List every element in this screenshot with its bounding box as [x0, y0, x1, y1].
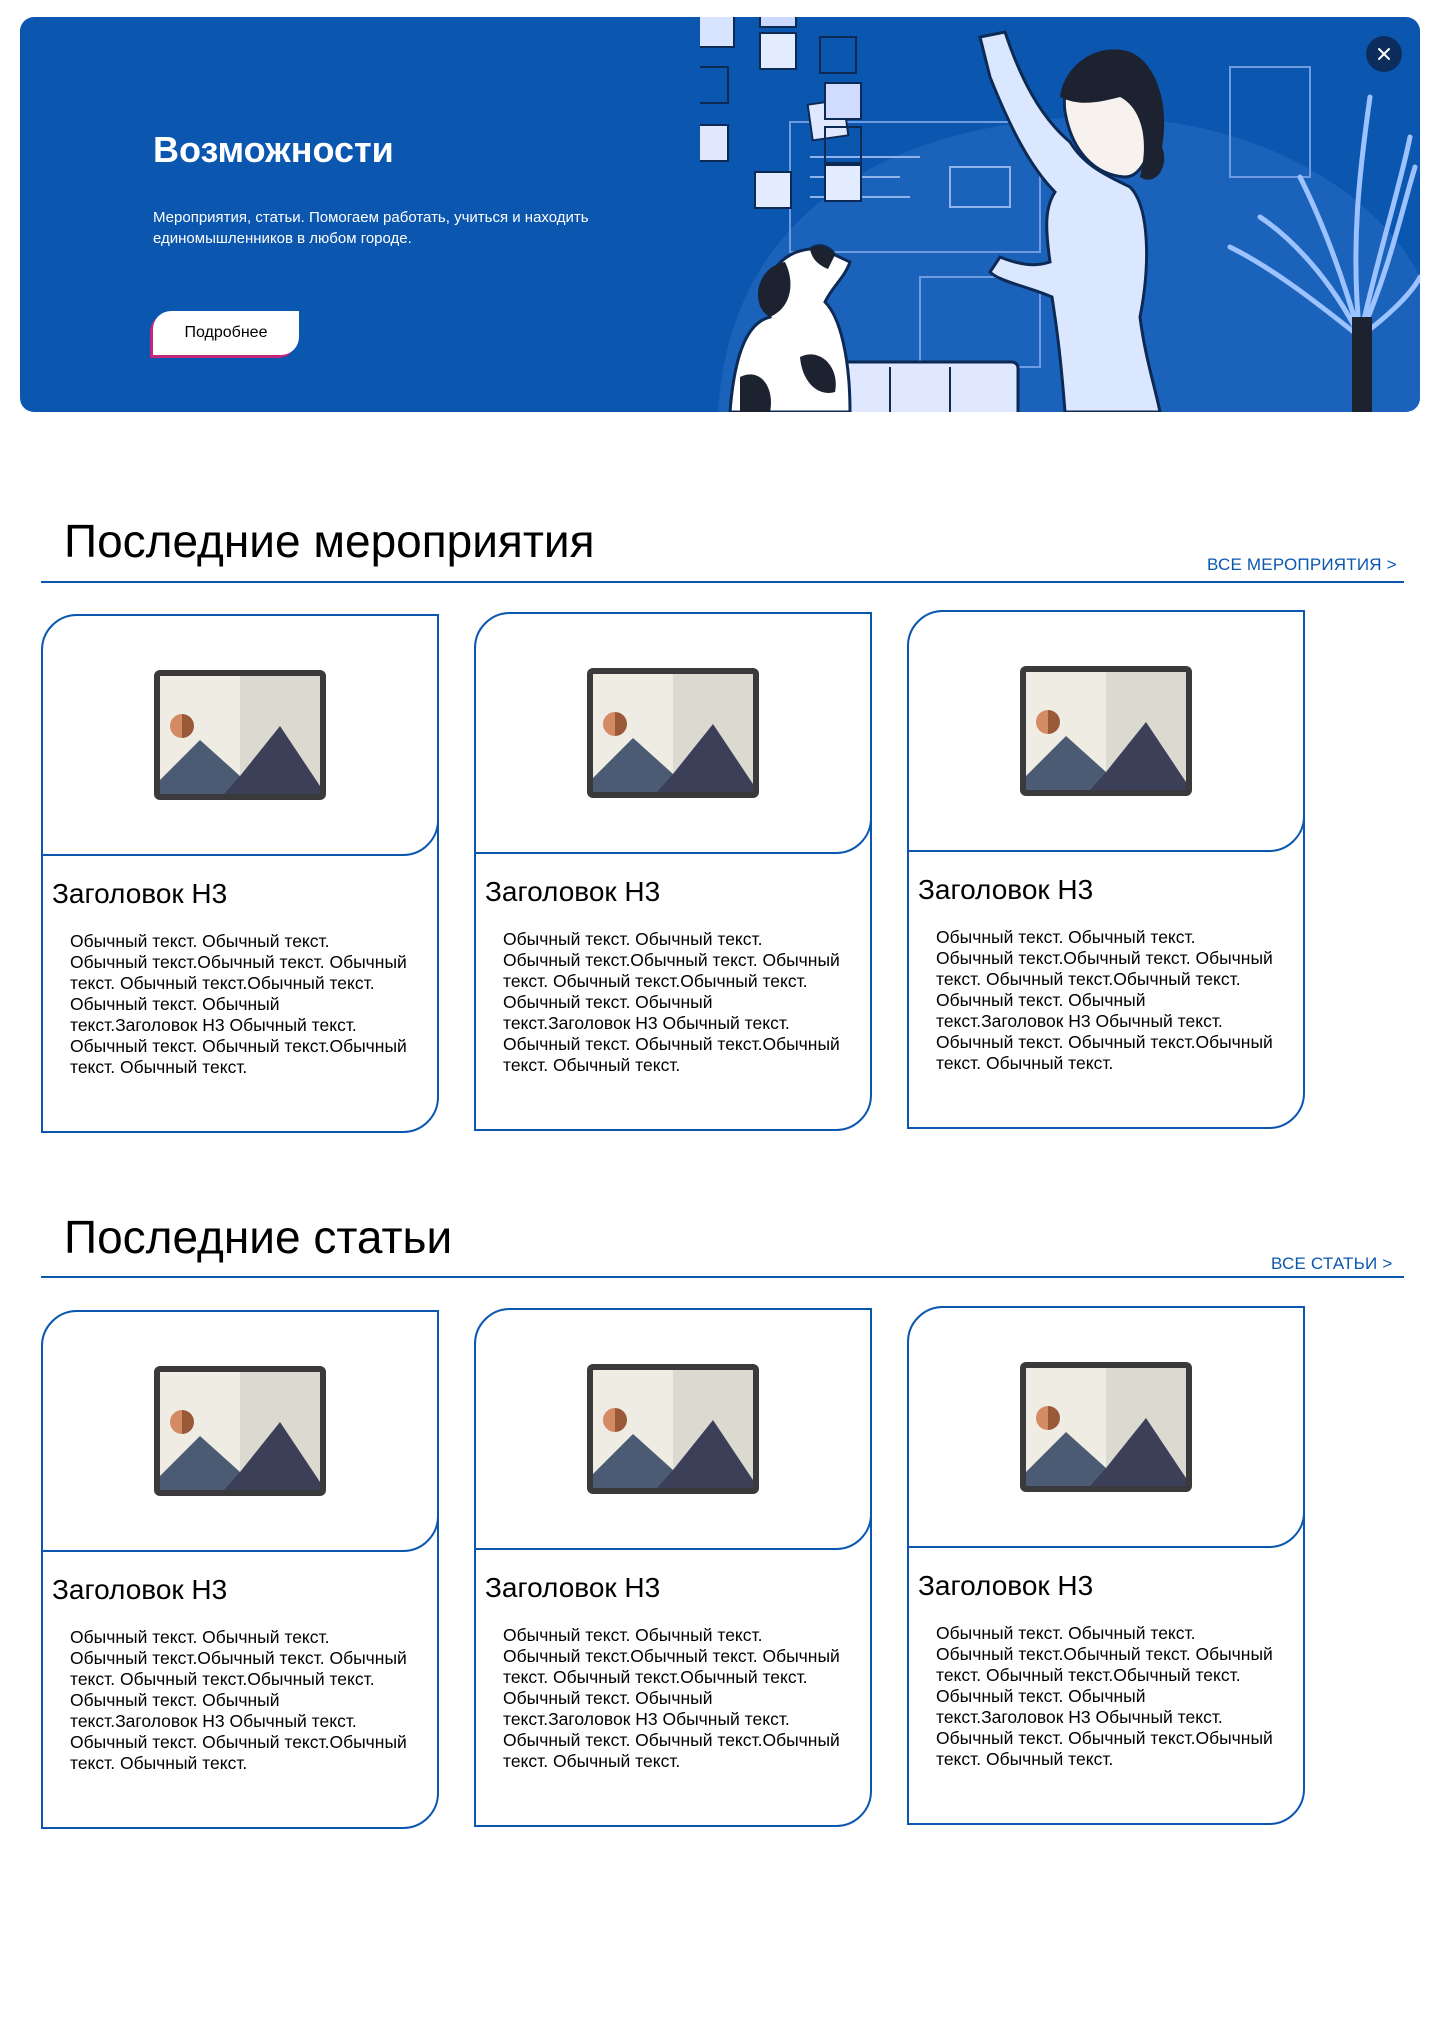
image-placeholder-icon: [1020, 666, 1192, 796]
image-placeholder-icon: [154, 670, 326, 800]
all-events-link[interactable]: ВСЕ МЕРОПРИЯТИЯ >: [1207, 555, 1397, 575]
card-title: Заголовок Н3: [918, 874, 1094, 905]
hero-title: Возможности: [153, 129, 394, 170]
card-text: Обычный текст. Обычный текст. Обычный те…: [70, 931, 407, 1077]
card-image: [43, 616, 437, 856]
card-image: [909, 1308, 1303, 1548]
events-divider: [41, 581, 1404, 583]
close-button[interactable]: [1366, 36, 1402, 72]
card-text: Обычный текст. Обычный текст. Обычный те…: [503, 1625, 840, 1771]
card-title: Заголовок Н3: [485, 1572, 661, 1603]
card-text: Обычный текст. Обычный текст. Обычный те…: [936, 1623, 1273, 1769]
card-title: Заголовок Н3: [918, 1570, 1094, 1601]
card-image: [43, 1312, 437, 1552]
image-placeholder-icon: [1020, 1362, 1192, 1492]
article-card[interactable]: Заголовок Н3 Обычный текст. Обычный текс…: [41, 1310, 439, 1829]
card-text: Обычный текст. Обычный текст. Обычный те…: [936, 927, 1273, 1073]
card-image: [476, 1310, 870, 1550]
hero-illustration: [700, 17, 1420, 412]
card-title: Заголовок Н3: [52, 1574, 228, 1605]
article-card[interactable]: Заголовок Н3 Обычный текст. Обычный текс…: [474, 1308, 872, 1827]
articles-section-title: Последние статьи: [64, 1211, 453, 1263]
card-text: Обычный текст. Обычный текст. Обычный те…: [503, 929, 840, 1075]
card-image: [476, 614, 870, 854]
event-card[interactable]: Заголовок Н3 Обычный текст. Обычный текс…: [907, 610, 1305, 1129]
event-card[interactable]: Заголовок Н3 Обычный текст. Обычный текс…: [474, 612, 872, 1131]
articles-divider: [41, 1276, 1404, 1278]
image-placeholder-icon: [154, 1366, 326, 1496]
hero-description: Мероприятия, статьи. Помогаем работать, …: [153, 209, 589, 247]
card-title: Заголовок Н3: [52, 878, 228, 909]
card-title: Заголовок Н3: [485, 876, 661, 907]
article-card[interactable]: Заголовок Н3 Обычный текст. Обычный текс…: [907, 1306, 1305, 1825]
all-articles-link[interactable]: ВСЕ СТАТЬИ >: [1271, 1254, 1392, 1274]
hero-banner: Возможности Мероприятия, статьи. Помогае…: [20, 17, 1420, 412]
events-section-title: Последние мероприятия: [64, 515, 595, 567]
close-icon: [1378, 48, 1390, 60]
image-placeholder-icon: [587, 1364, 759, 1494]
event-card[interactable]: Заголовок Н3 Обычный текст. Обычный текс…: [41, 614, 439, 1133]
image-placeholder-icon: [587, 668, 759, 798]
card-text: Обычный текст. Обычный текст. Обычный те…: [70, 1627, 407, 1773]
card-image: [909, 612, 1303, 852]
more-button[interactable]: Подробнее: [153, 311, 299, 355]
